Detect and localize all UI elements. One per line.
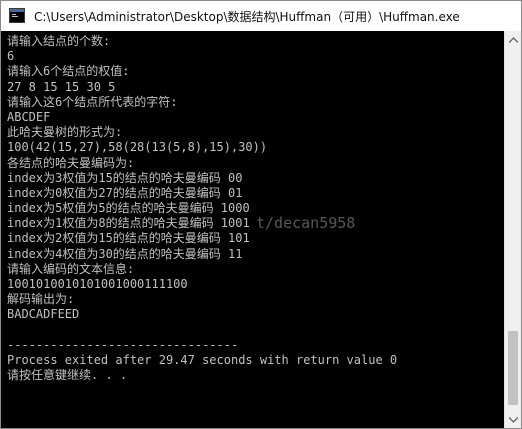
console-output-area[interactable]: 请输入结点的个数: 6 请输入6个结点的权值: 27 8 15 15 30 5 请输入这… (1, 31, 504, 428)
console-line: ABCDEF (7, 109, 51, 124)
console-line: 解码输出为: (7, 292, 75, 307)
console-line: 各结点的哈夫曼编码为: (7, 155, 135, 170)
watermark-text: t/decan5958 (256, 214, 356, 232)
console-line: Process exited after 29.47 seconds with … (7, 352, 398, 367)
scroll-thumb[interactable] (508, 331, 518, 405)
console-line: -------------------------------- (7, 337, 239, 352)
console-line: index为0权值为27的结点的哈夫曼编码 01 (7, 185, 243, 200)
console-line: BADCADFEED (7, 307, 80, 322)
console-line: index为2权值为15的结点的哈夫曼编码 101 (7, 231, 250, 246)
console-output: 请输入结点的个数: 6 请输入6个结点的权值: 27 8 15 15 30 5 请输入这… (7, 34, 397, 383)
console-line: 请输入编码的文本信息: (7, 261, 135, 276)
console-line: 请输入这6个结点所代表的字符: (7, 94, 178, 109)
console-line: 1001010010101001000111100 (7, 277, 188, 291)
vertical-scrollbar[interactable] (504, 31, 521, 428)
console-app-icon (9, 8, 25, 23)
window-title: C:\Users\Administrator\Desktop\数据结构\Huff… (34, 10, 460, 24)
console-line: 请按任意键继续. . . (7, 368, 128, 383)
console-window: C:\Users\Administrator\Desktop\数据结构\Huff… (0, 0, 522, 429)
console-line: index为3权值为15的结点的哈夫曼编码 00 (7, 170, 243, 185)
console-line: 请输入6个结点的权值: (7, 64, 130, 79)
console-line: 6 (7, 49, 15, 64)
console-line: 此哈夫曼树的形式为: (7, 125, 123, 140)
console-line: 请输入结点的个数: (7, 34, 111, 48)
console-line: 27 8 15 15 30 5 (7, 79, 116, 94)
console-line: 100(42(15,27),58(28(13(5,8),15),30)) (7, 140, 268, 155)
console-line: index为4权值为30的结点的哈夫曼编码 11 (7, 246, 243, 261)
scroll-up-arrow-icon[interactable] (505, 31, 521, 48)
scroll-down-arrow-icon[interactable] (505, 411, 521, 428)
title-bar[interactable]: C:\Users\Administrator\Desktop\数据结构\Huff… (1, 1, 521, 31)
